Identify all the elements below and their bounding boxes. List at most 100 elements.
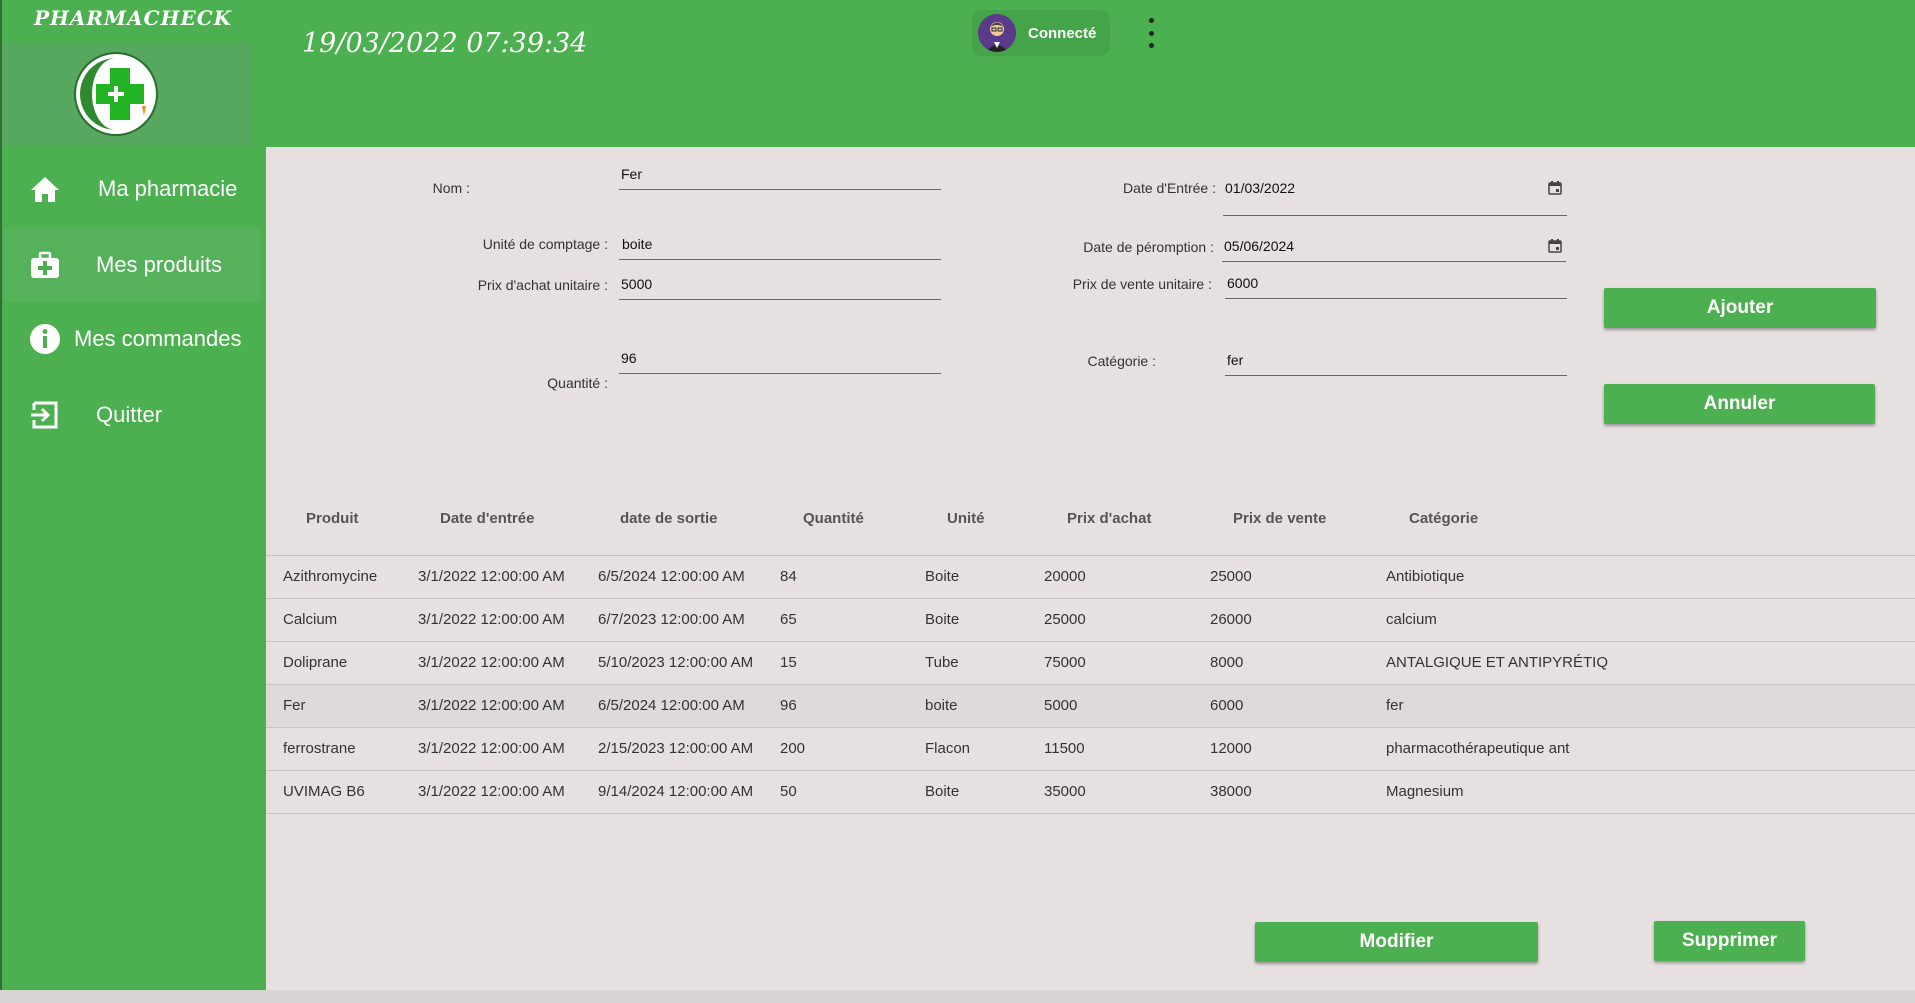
- date-entree-label: Date d'Entrée :: [1123, 180, 1216, 196]
- table-row[interactable]: Azithromycine 3/1/2022 12:00:00 AM 6/5/2…: [266, 556, 1915, 599]
- cell-prix-achat: 5000: [1044, 697, 1078, 714]
- column-header-prix-achat[interactable]: Prix d'achat: [1067, 510, 1151, 527]
- nom-field[interactable]: Fer: [619, 166, 941, 190]
- nav-label: Mes commandes: [74, 326, 242, 351]
- cell-unite: boite: [925, 697, 958, 714]
- categorie-label: Catégorie :: [1087, 353, 1156, 369]
- cell-date-entree: 3/1/2022 12:00:00 AM: [418, 611, 565, 628]
- table-row[interactable]: UVIMAG B6 3/1/2022 12:00:00 AM 9/14/2024…: [266, 771, 1915, 814]
- more-options-icon[interactable]: [1144, 18, 1158, 48]
- cell-prix-vente: 26000: [1210, 611, 1252, 628]
- cell-date-entree: 3/1/2022 12:00:00 AM: [418, 740, 565, 757]
- cell-quantite: 96: [780, 697, 797, 714]
- cell-date-entree: 3/1/2022 12:00:00 AM: [418, 697, 565, 714]
- column-header-prix-vente[interactable]: Prix de vente: [1233, 510, 1326, 527]
- nav-label: Ma pharmacie: [98, 176, 238, 201]
- cell-produit: Doliprane: [283, 654, 348, 671]
- current-datetime: 19/03/2022 07:39:34: [302, 28, 588, 59]
- date-entree-value: 01/03/2022: [1225, 180, 1296, 196]
- cell-unite: Tube: [925, 654, 959, 671]
- cell-unite: Boite: [925, 568, 960, 585]
- cell-date-entree: 3/1/2022 12:00:00 AM: [418, 783, 565, 800]
- cell-date-sortie: 9/14/2024 12:00:00 AM: [598, 783, 754, 800]
- quantite-label: Quantité :: [547, 375, 608, 391]
- column-header-date-sortie[interactable]: date de sortie: [620, 510, 718, 527]
- cell-categorie: Magnesium: [1386, 783, 1464, 800]
- cell-prix-achat: 20000: [1044, 568, 1086, 585]
- nav-mes-commandes[interactable]: Mes commandes: [4, 302, 260, 376]
- table-row[interactable]: ferrostrane 3/1/2022 12:00:00 AM 2/15/20…: [266, 728, 1915, 771]
- app-brand: PHARMACHECK: [33, 6, 233, 30]
- cell-date-sortie: 2/15/2023 12:00:00 AM: [598, 740, 754, 757]
- column-header-date-entree[interactable]: Date d'entrée: [440, 510, 534, 527]
- column-header-categorie[interactable]: Catégorie: [1409, 510, 1478, 527]
- cell-quantite: 50: [780, 783, 797, 800]
- nav-quitter[interactable]: Quitter: [4, 378, 260, 452]
- table-row-selected[interactable]: Fer 3/1/2022 12:00:00 AM 6/5/2024 12:00:…: [266, 685, 1915, 728]
- calendar-icon[interactable]: [1547, 180, 1563, 196]
- prix-achat-field[interactable]: 5000: [619, 276, 941, 300]
- cell-date-sortie: 6/7/2023 12:00:00 AM: [598, 611, 745, 628]
- cell-produit: UVIMAG B6: [283, 783, 365, 800]
- cell-categorie: pharmacothérapeutique ant: [1386, 740, 1570, 757]
- cell-prix-achat: 11500: [1044, 740, 1085, 757]
- nav-mes-produits[interactable]: Mes produits: [4, 228, 260, 302]
- cell-prix-vente: 38000: [1210, 783, 1252, 800]
- cell-produit: ferrostrane: [283, 740, 356, 757]
- cell-produit: Azithromycine: [283, 568, 378, 585]
- cell-produit: Calcium: [283, 611, 338, 628]
- column-header-produit[interactable]: Produit: [306, 510, 359, 527]
- date-peremption-field[interactable]: 05/06/2024: [1222, 238, 1566, 262]
- prix-vente-field[interactable]: 6000: [1225, 275, 1567, 299]
- home-icon: [28, 172, 62, 206]
- column-header-quantite[interactable]: Quantité: [803, 510, 864, 527]
- date-peremption-value: 05/06/2024: [1224, 238, 1295, 254]
- exit-icon: [28, 398, 62, 432]
- supprimer-button[interactable]: Supprimer: [1654, 921, 1805, 961]
- user-status-label: Connecté: [1028, 24, 1097, 42]
- cell-quantite: 200: [780, 740, 806, 757]
- cell-prix-achat: 25000: [1044, 611, 1086, 628]
- sidebar: [0, 0, 266, 990]
- cell-quantite: 15: [780, 654, 797, 671]
- cell-date-sortie: 6/5/2024 12:00:00 AM: [598, 568, 745, 585]
- calendar-icon[interactable]: [1547, 238, 1563, 254]
- window-bottom-edge: [0, 990, 1915, 1003]
- ajouter-button[interactable]: Ajouter: [1604, 288, 1876, 328]
- table-row[interactable]: Calcium 3/1/2022 12:00:00 AM 6/7/2023 12…: [266, 599, 1915, 642]
- cell-date-sortie: 5/10/2023 12:00:00 AM: [598, 654, 754, 671]
- cell-prix-vente: 25000: [1210, 568, 1252, 585]
- user-status-chip[interactable]: Connecté: [972, 10, 1110, 56]
- cell-date-entree: 3/1/2022 12:00:00 AM: [418, 568, 565, 585]
- cell-quantite: 65: [780, 611, 797, 628]
- cell-date-entree: 3/1/2022 12:00:00 AM: [418, 654, 565, 671]
- prix-achat-label: Prix d'achat unitaire :: [477, 277, 608, 293]
- nav-ma-pharmacie[interactable]: Ma pharmacie: [4, 152, 260, 226]
- cell-prix-vente: 8000: [1210, 654, 1244, 671]
- column-header-unite[interactable]: Unité: [947, 510, 985, 527]
- annuler-button[interactable]: Annuler: [1604, 384, 1875, 424]
- modifier-button[interactable]: Modifier: [1255, 922, 1538, 962]
- cell-categorie: ANTALGIQUE ET ANTIPYRÉTIQ: [1386, 654, 1608, 671]
- table-row[interactable]: Doliprane 3/1/2022 12:00:00 AM 5/10/2023…: [266, 642, 1915, 685]
- unite-field[interactable]: boite: [619, 236, 941, 260]
- categorie-field[interactable]: fer: [1225, 352, 1567, 376]
- nav-label: Quitter: [96, 402, 163, 427]
- quantite-field[interactable]: 96: [619, 350, 941, 374]
- cell-unite: Boite: [925, 783, 960, 800]
- cell-unite: Flacon: [925, 740, 971, 757]
- cell-categorie: Antibiotique: [1386, 568, 1465, 585]
- cell-categorie: calcium: [1386, 611, 1437, 628]
- cell-date-sortie: 6/5/2024 12:00:00 AM: [598, 697, 745, 714]
- unite-label: Unité de comptage :: [482, 236, 608, 252]
- avatar: [978, 14, 1016, 52]
- cell-categorie: fer: [1386, 697, 1404, 714]
- cell-unite: Boite: [925, 611, 960, 628]
- medical-bag-icon: [28, 248, 62, 282]
- nom-label: Nom :: [432, 180, 470, 196]
- cell-prix-achat: 75000: [1044, 654, 1086, 671]
- cell-prix-vente: 6000: [1210, 697, 1244, 714]
- date-entree-field[interactable]: 01/03/2022: [1223, 180, 1567, 216]
- info-icon: [28, 322, 62, 356]
- nav-label: Mes produits: [96, 252, 222, 277]
